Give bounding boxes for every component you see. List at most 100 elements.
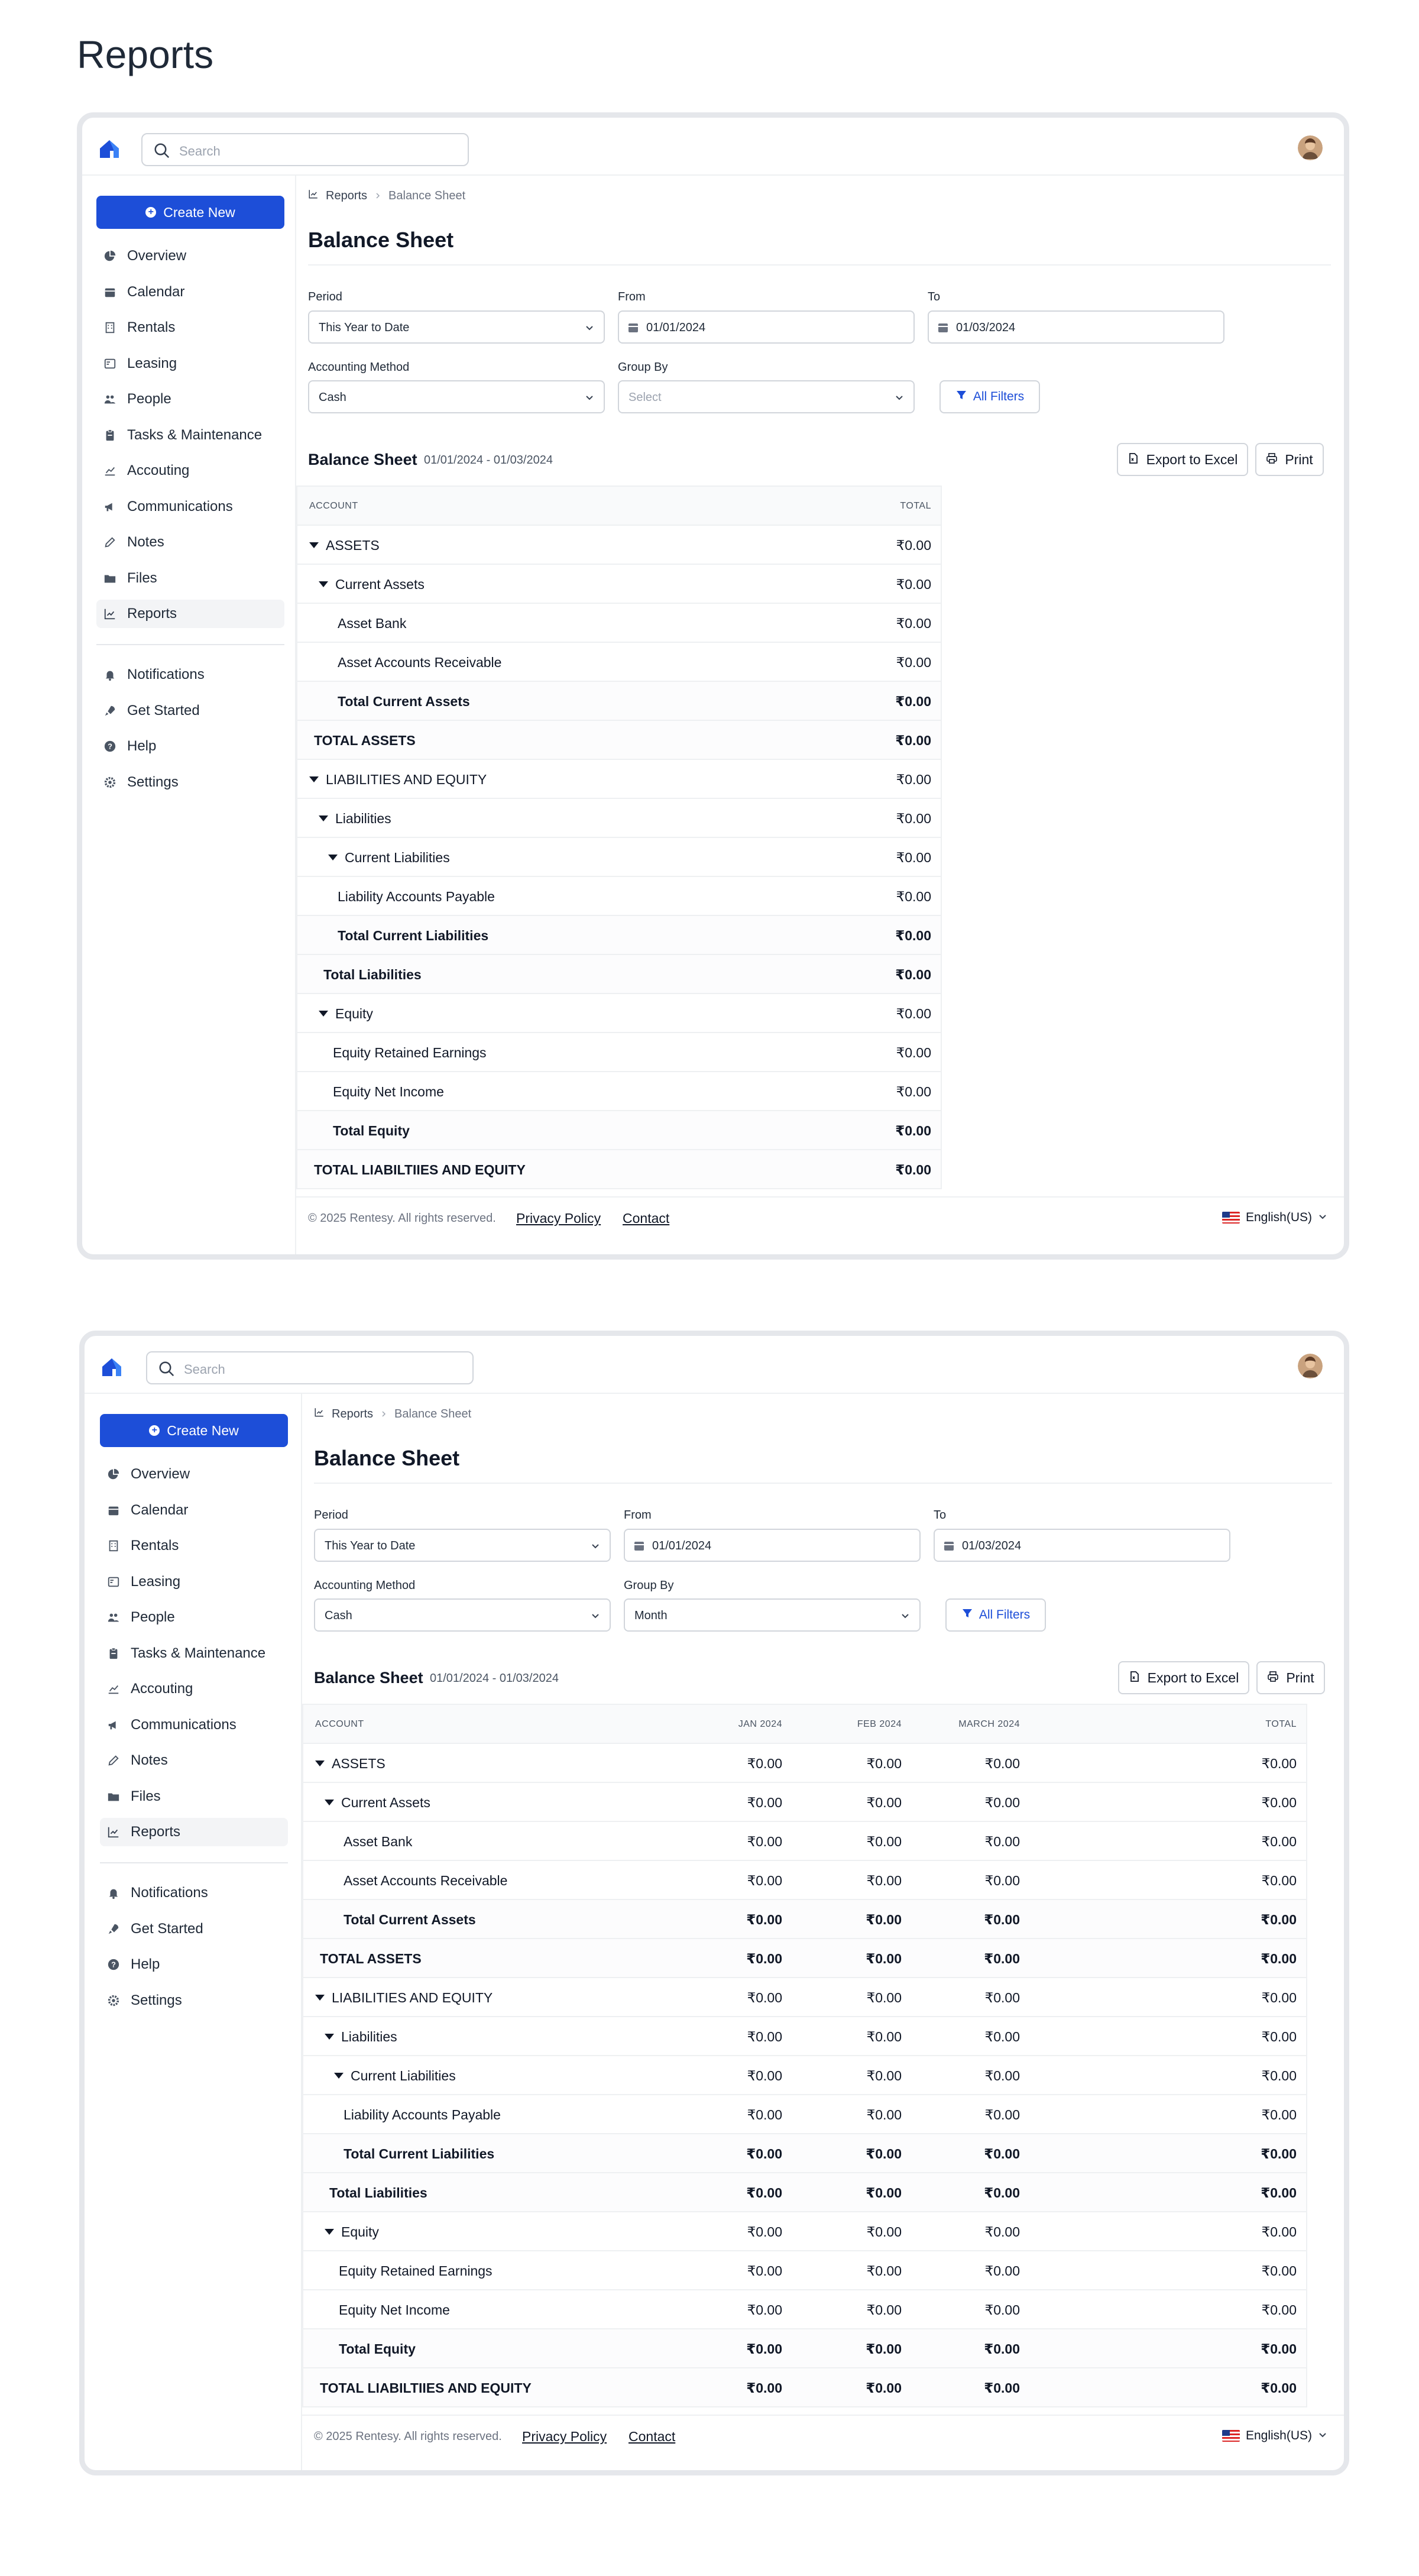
privacy-policy-link[interactable]: Privacy Policy	[516, 1211, 601, 1226]
table-row[interactable]: Current Liabilities ₹0.00	[297, 838, 941, 877]
table-row[interactable]: Equity Retained Earnings ₹0.00	[297, 1033, 941, 1072]
contact-link[interactable]: Contact	[623, 1211, 669, 1226]
sidebar-item-reports[interactable]: Reports	[96, 600, 284, 628]
sidebar-item-get-started[interactable]: Get Started	[100, 1915, 288, 1943]
period-select[interactable]: This Year to Date	[308, 310, 605, 344]
table-row[interactable]: ASSETS ₹0.00	[297, 526, 941, 565]
sidebar-item-overview[interactable]: Overview	[96, 242, 284, 270]
table-row[interactable]: ASSETS ₹0.00 ₹0.00 ₹0.00 ₹0.00	[303, 1744, 1306, 1783]
caret-down-icon[interactable]	[315, 1760, 325, 1766]
sidebar-item-get-started[interactable]: Get Started	[96, 697, 284, 725]
avatar[interactable]	[1298, 135, 1323, 160]
table-row[interactable]: TOTAL ASSETS ₹0.00	[297, 721, 941, 760]
period-select[interactable]: This Year to Date	[314, 1529, 611, 1562]
print-button[interactable]: Print	[1256, 1661, 1325, 1694]
caret-down-icon[interactable]	[334, 2072, 344, 2079]
breadcrumb-reports-link[interactable]: Reports	[326, 189, 367, 203]
create-new-button[interactable]: + Create New	[96, 196, 284, 229]
sidebar-item-accouting[interactable]: Accouting	[100, 1675, 288, 1703]
table-row[interactable]: Liability Accounts Payable ₹0.00	[297, 877, 941, 916]
caret-down-icon[interactable]	[319, 581, 328, 587]
group-by-select[interactable]: Month	[624, 1598, 921, 1632]
table-row[interactable]: LIABILITIES AND EQUITY ₹0.00 ₹0.00 ₹0.00 ₹0.…	[303, 1978, 1306, 2017]
sidebar-item-accouting[interactable]: Accouting	[96, 457, 284, 485]
breadcrumb-reports-link[interactable]: Reports	[332, 1407, 373, 1421]
app-logo-icon[interactable]	[100, 1355, 124, 1378]
sidebar-item-reports[interactable]: Reports	[100, 1818, 288, 1846]
sidebar-item-files[interactable]: Files	[100, 1782, 288, 1811]
avatar[interactable]	[1298, 1354, 1323, 1378]
sidebar-item-help[interactable]: ? Help	[96, 732, 284, 760]
table-row[interactable]: Total Liabilities ₹0.00 ₹0.00 ₹0.00 ₹0.00	[303, 2173, 1306, 2212]
from-date-input[interactable]: 01/01/2024	[624, 1529, 921, 1562]
privacy-policy-link[interactable]: Privacy Policy	[522, 2429, 607, 2445]
sidebar-item-tasks-maintenance[interactable]: Tasks & Maintenance	[96, 421, 284, 449]
table-row[interactable]: TOTAL LIABILTIIES AND EQUITY ₹0.00 ₹0.00 ₹0…	[303, 2368, 1306, 2407]
table-row[interactable]: Equity Net Income ₹0.00 ₹0.00 ₹0.00 ₹0.00	[303, 2290, 1306, 2329]
sidebar-item-calendar[interactable]: Calendar	[100, 1496, 288, 1525]
print-button[interactable]: Print	[1255, 443, 1324, 476]
sidebar-item-notifications[interactable]: Notifications	[96, 661, 284, 689]
table-row[interactable]: TOTAL LIABILTIIES AND EQUITY ₹0.00	[297, 1150, 941, 1189]
table-row[interactable]: Asset Bank ₹0.00 ₹0.00 ₹0.00 ₹0.00	[303, 1822, 1306, 1861]
sidebar-item-people[interactable]: People	[96, 385, 284, 413]
table-row[interactable]: Equity Retained Earnings ₹0.00 ₹0.00 ₹0.00 ₹…	[303, 2251, 1306, 2290]
app-logo-icon[interactable]	[98, 137, 121, 160]
to-date-input[interactable]: 01/03/2024	[928, 310, 1224, 344]
language-selector[interactable]: English(US)	[1222, 2429, 1327, 2443]
table-row[interactable]: Liabilities ₹0.00	[297, 799, 941, 838]
search-input[interactable]: Search	[146, 1351, 474, 1384]
table-row[interactable]: Liability Accounts Payable ₹0.00 ₹0.00 ₹0.0…	[303, 2095, 1306, 2134]
sidebar-item-overview[interactable]: Overview	[100, 1460, 288, 1488]
sidebar-item-settings[interactable]: Settings	[96, 768, 284, 797]
sidebar-item-people[interactable]: People	[100, 1603, 288, 1632]
caret-down-icon[interactable]	[319, 815, 328, 821]
table-row[interactable]: Liabilities ₹0.00 ₹0.00 ₹0.00 ₹0.00	[303, 2017, 1306, 2056]
table-row[interactable]: Total Equity ₹0.00	[297, 1111, 941, 1150]
all-filters-button[interactable]: All Filters	[939, 380, 1040, 413]
group-by-select[interactable]: Select	[618, 380, 915, 413]
caret-down-icon[interactable]	[309, 776, 319, 782]
table-row[interactable]: LIABILITIES AND EQUITY ₹0.00	[297, 760, 941, 799]
from-date-input[interactable]: 01/01/2024	[618, 310, 915, 344]
table-row[interactable]: Asset Accounts Receivable ₹0.00 ₹0.00 ₹0.00…	[303, 1861, 1306, 1900]
caret-down-icon[interactable]	[325, 2033, 334, 2040]
caret-down-icon[interactable]	[325, 1799, 334, 1805]
all-filters-button[interactable]: All Filters	[945, 1598, 1046, 1632]
table-row[interactable]: Equity ₹0.00	[297, 994, 941, 1033]
table-row[interactable]: Total Current Liabilities ₹0.00	[297, 916, 941, 955]
table-row[interactable]: TOTAL ASSETS ₹0.00 ₹0.00 ₹0.00 ₹0.00	[303, 1939, 1306, 1978]
table-row[interactable]: Current Assets ₹0.00	[297, 565, 941, 604]
sidebar-item-notifications[interactable]: Notifications	[100, 1879, 288, 1907]
sidebar-item-tasks-maintenance[interactable]: Tasks & Maintenance	[100, 1639, 288, 1668]
sidebar-item-help[interactable]: ? Help	[100, 1950, 288, 1979]
caret-down-icon[interactable]	[315, 1994, 325, 2001]
table-row[interactable]: Total Current Assets ₹0.00 ₹0.00 ₹0.00 ₹0.00	[303, 1900, 1306, 1939]
accounting-method-select[interactable]: Cash	[314, 1598, 611, 1632]
search-input[interactable]: Search	[141, 133, 469, 166]
accounting-method-select[interactable]: Cash	[308, 380, 605, 413]
sidebar-item-calendar[interactable]: Calendar	[96, 278, 284, 306]
caret-down-icon[interactable]	[325, 2228, 334, 2235]
caret-down-icon[interactable]	[319, 1010, 328, 1017]
to-date-input[interactable]: 01/03/2024	[934, 1529, 1230, 1562]
sidebar-item-leasing[interactable]: Leasing	[96, 349, 284, 378]
sidebar-item-leasing[interactable]: Leasing	[100, 1568, 288, 1596]
sidebar-item-communications[interactable]: Communications	[100, 1711, 288, 1739]
table-row[interactable]: Current Assets ₹0.00 ₹0.00 ₹0.00 ₹0.00	[303, 1783, 1306, 1822]
table-row[interactable]: Asset Bank ₹0.00	[297, 604, 941, 643]
sidebar-item-notes[interactable]: Notes	[100, 1746, 288, 1775]
sidebar-item-notes[interactable]: Notes	[96, 528, 284, 556]
table-row[interactable]: Total Current Assets ₹0.00	[297, 682, 941, 721]
caret-down-icon[interactable]	[328, 854, 338, 860]
table-row[interactable]: Total Liabilities ₹0.00	[297, 955, 941, 994]
caret-down-icon[interactable]	[309, 542, 319, 548]
sidebar-item-files[interactable]: Files	[96, 564, 284, 593]
contact-link[interactable]: Contact	[628, 2429, 675, 2445]
table-row[interactable]: Total Current Liabilities ₹0.00 ₹0.00 ₹0.00…	[303, 2134, 1306, 2173]
sidebar-item-communications[interactable]: Communications	[96, 493, 284, 521]
table-row[interactable]: Equity Net Income ₹0.00	[297, 1072, 941, 1111]
sidebar-item-rentals[interactable]: Rentals	[96, 313, 284, 342]
export-excel-button[interactable]: Export to Excel	[1118, 1661, 1249, 1694]
sidebar-item-rentals[interactable]: Rentals	[100, 1532, 288, 1560]
